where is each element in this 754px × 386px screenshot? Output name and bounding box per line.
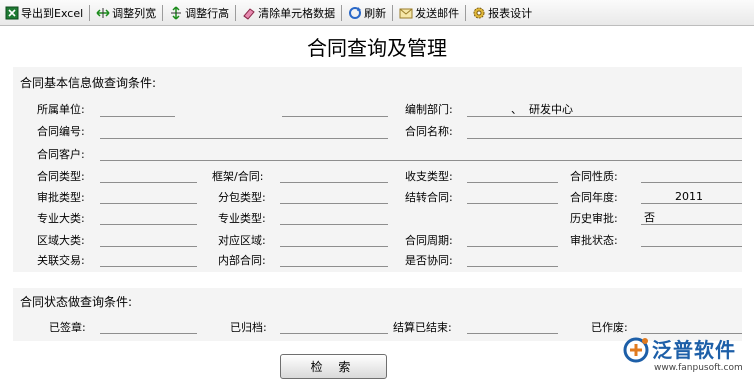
framework-field[interactable] <box>280 169 388 183</box>
compile-dept-mark: 、 <box>511 103 522 116</box>
send-mail-button[interactable]: 发送邮件 <box>396 3 462 23</box>
cooperative-field[interactable] <box>467 253 558 267</box>
signed-label: 已签章: <box>49 321 86 334</box>
transfer-label: 结转合同: <box>405 191 453 204</box>
dept-field[interactable] <box>100 103 175 117</box>
internal-label: 内部合同: <box>218 254 266 267</box>
logo-name: 泛普软件 <box>652 338 736 362</box>
adjust-row-height-button[interactable]: 调整行高 <box>166 3 232 23</box>
region-class-field[interactable] <box>100 233 197 247</box>
income-type-field[interactable] <box>467 169 558 183</box>
toolbar-separator <box>162 4 164 21</box>
toolbar-separator <box>392 4 394 21</box>
toolbar-separator <box>465 4 467 21</box>
logo-mark-icon <box>623 337 649 363</box>
contract-type-field[interactable] <box>100 169 197 183</box>
customer-field[interactable] <box>100 147 742 161</box>
voided-label: 已作废: <box>591 321 628 334</box>
income-type-label: 收支类型: <box>405 170 453 183</box>
basic-info-section-title: 合同基本信息做查询条件: <box>20 76 157 90</box>
region-field[interactable] <box>280 233 388 247</box>
refresh-icon <box>348 6 362 20</box>
logo-url: www.fanpusoft.com <box>654 363 743 373</box>
approval-type-field[interactable] <box>100 190 197 204</box>
page-title: 合同查询及管理 <box>307 36 447 60</box>
compile-dept-value: 研发中心 <box>529 103 573 116</box>
adjust-column-width-button[interactable]: 调整列宽 <box>93 3 159 23</box>
eraser-icon <box>242 6 256 20</box>
dept-label: 所属单位: <box>37 103 85 116</box>
period-label: 合同周期: <box>405 234 453 247</box>
report-design-button[interactable]: 报表设计 <box>469 3 535 23</box>
year-field[interactable]: 2011 <box>641 190 742 204</box>
row-height-icon <box>169 5 183 20</box>
signed-field[interactable] <box>100 320 197 334</box>
nature-field[interactable] <box>641 169 742 183</box>
contract-name-field[interactable] <box>467 125 742 139</box>
contract-name-label: 合同名称: <box>405 125 453 138</box>
toolbar: 导出到Excel 调整列宽 调整行高 清除单元格数据 刷新 发送邮件 报表设计 <box>0 0 754 26</box>
archived-field[interactable] <box>280 320 388 334</box>
customer-label: 合同客户: <box>37 148 85 161</box>
dept-extra-field[interactable] <box>282 103 388 117</box>
history-field[interactable]: 否 <box>641 211 742 225</box>
history-label: 历史审批: <box>570 212 618 225</box>
report-design-label: 报表设计 <box>488 6 533 20</box>
approval-status-label: 审批状态: <box>570 234 618 247</box>
compile-dept-field[interactable]: 、 研发中心 <box>467 103 742 117</box>
sub-type-label: 分包类型: <box>218 191 266 204</box>
excel-icon <box>5 6 19 20</box>
year-value: 2011 <box>675 190 703 203</box>
related-label: 关联交易: <box>37 254 85 267</box>
region-label: 对应区域: <box>218 234 266 247</box>
refresh-button[interactable]: 刷新 <box>345 3 389 23</box>
internal-field[interactable] <box>280 253 388 267</box>
major-type-label: 专业类型: <box>218 212 266 225</box>
related-field[interactable] <box>100 253 197 267</box>
gear-icon <box>472 6 486 20</box>
search-button[interactable]: 检 索 <box>280 354 387 379</box>
settled-field[interactable] <box>467 320 558 334</box>
adjust-column-width-label: 调整列宽 <box>112 6 157 20</box>
archived-label: 已归档: <box>230 321 267 334</box>
clear-cell-data-button[interactable]: 清除单元格数据 <box>239 3 338 23</box>
major-type-field[interactable] <box>280 211 388 225</box>
adjust-row-height-label: 调整行高 <box>185 6 230 20</box>
nature-label: 合同性质: <box>570 170 618 183</box>
transfer-field[interactable] <box>467 190 558 204</box>
major-class-field[interactable] <box>100 211 197 225</box>
settled-label: 结算已结束: <box>393 321 452 334</box>
toolbar-separator <box>235 4 237 21</box>
cooperative-label: 是否协同: <box>405 254 453 267</box>
refresh-label: 刷新 <box>364 6 387 20</box>
history-value: 否 <box>644 211 655 224</box>
region-class-label: 区域大类: <box>37 234 85 247</box>
mail-icon <box>399 6 413 20</box>
year-label: 合同年度: <box>570 191 618 204</box>
approval-status-field[interactable] <box>641 233 742 247</box>
voided-field[interactable] <box>641 320 742 334</box>
toolbar-separator <box>341 4 343 21</box>
clear-cell-data-label: 清除单元格数据 <box>258 6 336 20</box>
framework-label: 框架/合同: <box>212 170 264 183</box>
company-logo: 泛普软件 www.fanpusoft.com <box>622 334 743 373</box>
contract-no-label: 合同编号: <box>37 125 85 138</box>
compile-dept-label: 编制部门: <box>405 103 453 116</box>
major-class-label: 专业大类: <box>37 212 85 225</box>
contract-no-field[interactable] <box>100 125 388 139</box>
send-mail-label: 发送邮件 <box>415 6 460 20</box>
period-field[interactable] <box>467 233 558 247</box>
column-width-icon <box>96 6 110 20</box>
status-section-title: 合同状态做查询条件: <box>20 295 133 309</box>
export-excel-label: 导出到Excel <box>21 6 84 20</box>
approval-type-label: 审批类型: <box>37 191 85 204</box>
toolbar-separator <box>89 4 91 21</box>
sub-type-field[interactable] <box>280 190 388 204</box>
contract-type-label: 合同类型: <box>37 170 85 183</box>
export-excel-button[interactable]: 导出到Excel <box>2 3 86 23</box>
